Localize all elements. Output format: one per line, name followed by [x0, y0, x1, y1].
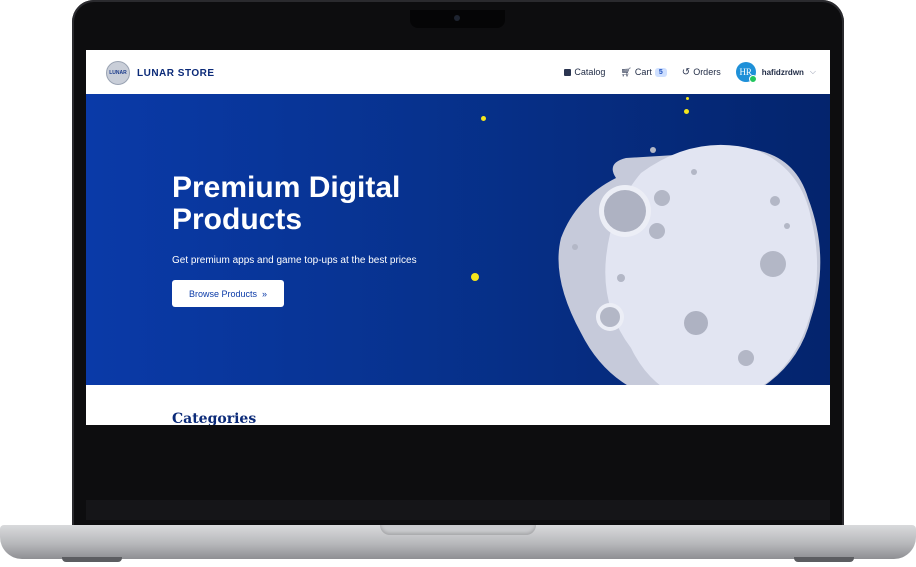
user-menu[interactable]: HR hafidzrdwn ⌵	[735, 62, 816, 83]
browse-products-button[interactable]: Browse Products »	[172, 280, 284, 307]
nav-orders-label: Orders	[693, 67, 721, 77]
hero-title: Premium Digital Products	[172, 171, 401, 236]
chevron-down-icon: ⌵	[809, 67, 816, 76]
laptop-foot-right	[794, 557, 854, 562]
nav-catalog-label: Catalog	[574, 67, 606, 77]
browse-products-label: Browse Products	[188, 288, 257, 299]
navbar: LUNAR LUNAR STORE Catalog 🛒︎ Cart 5 ↺ Or…	[86, 50, 830, 95]
brand[interactable]: LUNAR LUNAR STORE	[106, 61, 215, 85]
nav-menu: Catalog 🛒︎ Cart 5 ↺ Orders HR hafidzrdwn…	[564, 50, 816, 94]
laptop-opening-notch	[380, 525, 536, 535]
history-icon: ↺	[681, 66, 691, 78]
nav-cart[interactable]: 🛒︎ Cart 5	[620, 66, 667, 78]
star-decoration	[686, 97, 689, 100]
nav-orders[interactable]: ↺ Orders	[682, 67, 721, 78]
catalog-icon	[564, 68, 572, 76]
online-status-dot	[748, 75, 757, 83]
moon-illustration	[558, 145, 821, 385]
brand-name: LUNAR STORE	[137, 67, 215, 79]
store-logo: LUNAR	[106, 61, 130, 85]
star-decoration	[684, 109, 689, 114]
cart-count-badge: 5	[654, 67, 667, 77]
double-chevron-right-icon: »	[262, 288, 268, 299]
screen-bezel	[86, 500, 830, 520]
username: hafidzrdwn	[761, 67, 804, 77]
categories-heading: Categories	[172, 411, 257, 425]
categories-section: Categories	[86, 385, 830, 425]
avatar: HR	[735, 62, 757, 83]
nav-catalog[interactable]: Catalog	[564, 67, 605, 77]
camera-icon	[454, 15, 460, 21]
laptop-foot-left	[62, 557, 122, 562]
star-decoration	[471, 273, 479, 281]
star-decoration	[481, 116, 486, 121]
nav-cart-label: Cart	[634, 67, 652, 77]
cart-icon: 🛒︎	[620, 66, 632, 77]
hero-subtitle: Get premium apps and game top-ups at the…	[172, 255, 417, 266]
hero-banner: Premium Digital Products Get premium app…	[86, 94, 830, 385]
browser-viewport: LUNAR LUNAR STORE Catalog 🛒︎ Cart 5 ↺ Or…	[86, 50, 830, 425]
